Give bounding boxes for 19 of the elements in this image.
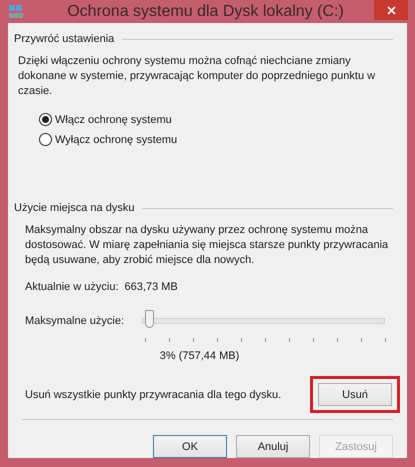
- slider-thumb[interactable]: [145, 310, 154, 328]
- radio-option[interactable]: Włącz ochronę systemu: [39, 113, 407, 126]
- section-heading: Przywróć ustawienia: [14, 33, 114, 45]
- delete-button[interactable]: Usuń: [318, 383, 392, 406]
- usage-value: 663,73 MB: [124, 281, 178, 293]
- section-heading: Użycie miejsca na dysku: [14, 202, 134, 214]
- max-usage-label: Maksymalne użycie:: [25, 315, 124, 327]
- radio-option[interactable]: Wyłącz ochronę systemu: [39, 133, 407, 146]
- dialog-button[interactable]: Anuluj: [236, 435, 310, 458]
- drive-icon: [8, 4, 24, 20]
- close-button[interactable]: [374, 0, 408, 20]
- usage-label: Aktualnie w użyciu:: [25, 281, 119, 293]
- delete-description: Usuń wszystkie punkty przywracania dla tego dysku.: [25, 388, 282, 400]
- max-usage-reading: 3% (757,44 MB): [160, 350, 240, 362]
- dialog-button[interactable]: OK: [153, 435, 227, 458]
- description-text: Maksymalny obszar na dysku używany przez ochronę systemu można dostosować. W miarę zapełniania się miejsca starsze punkty przywracania będą usuwane, aby zrobić miejsce dla nowych.: [25, 223, 390, 268]
- close-icon: [386, 6, 396, 14]
- description-text: Dzięki włączeniu ochrony systemu można cofnąć niechciane zmiany dokonane w systemie, przywracając komputer do poprzedniego punktu w czasie.: [18, 54, 376, 99]
- window-title: Ochrona systemu dla Dysk lokalny (C:): [66, 2, 345, 20]
